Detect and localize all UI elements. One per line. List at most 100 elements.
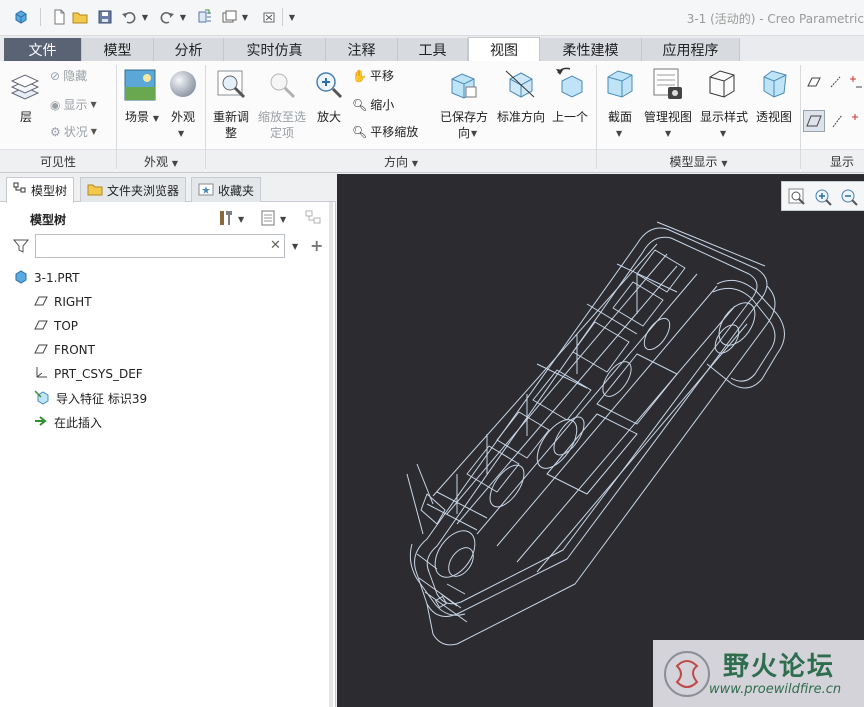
graphics-window[interactable] (337, 174, 864, 707)
tree-columns-button[interactable]: ▼ (260, 209, 286, 230)
part-icon (14, 269, 28, 287)
saved-orientations-button[interactable]: 已保存方向 (436, 109, 492, 141)
zoom-to-selected-button[interactable]: 缩放至选定项 (256, 109, 308, 141)
tree-item-datum-top[interactable]: TOP (34, 316, 78, 336)
tab-model[interactable]: 模型 (82, 38, 154, 61)
redo-icon[interactable] (158, 8, 176, 26)
clear-filter-icon[interactable]: ✕ (270, 238, 281, 253)
tab-view[interactable]: 视图 (468, 37, 540, 61)
zoom-out-button[interactable]: 🔍︎ 缩小 (352, 96, 394, 113)
tree-item-csys[interactable]: PRT_CSYS_DEF (34, 364, 143, 384)
section-dropdown-icon[interactable]: ▼ (616, 129, 622, 138)
standard-orientation-button[interactable]: 标准方向 (494, 109, 548, 125)
axis-display-icon[interactable] (828, 75, 844, 92)
previous-orientation-button[interactable]: 上一个 (550, 109, 590, 125)
manage-views-button[interactable]: 管理视图 (642, 109, 694, 125)
tab-folder-browser[interactable]: 文件夹浏览器 (80, 177, 187, 202)
customize-icon[interactable]: ▼ (286, 8, 298, 26)
pan-zoom-button[interactable]: 🔍︎ 平移缩放 (352, 123, 418, 140)
perspective-icon[interactable] (758, 67, 790, 104)
pan-hand-icon: ✋ (352, 68, 367, 83)
new-file-icon[interactable] (50, 8, 68, 26)
filter-funnel-icon[interactable] (12, 238, 30, 257)
forum-watermark: 野火论坛 www.proewildfire.cn (653, 640, 864, 707)
redo-dropdown-icon[interactable]: ▼ (178, 8, 188, 26)
section-icon[interactable] (604, 67, 636, 104)
close-window-icon[interactable] (260, 8, 278, 26)
tab-favorites[interactable]: 收藏夹 (191, 177, 262, 202)
layers-icon[interactable] (10, 73, 40, 106)
tree-item-part[interactable]: 3-1.PRT (14, 268, 79, 288)
appearance-sphere-icon[interactable] (168, 69, 198, 102)
tree-item-import-feature[interactable]: 导入特征 标识39 (34, 388, 147, 408)
navigator-panel: 模型树 文件夹浏览器 收藏夹 模型树 ▼ ▼ ✕ ▼ + 3-1.PRT RIG… (0, 174, 336, 707)
refit-icon[interactable] (216, 69, 248, 104)
pan-button[interactable]: ✋ 平移 (352, 67, 394, 84)
manage-views-dropdown-icon[interactable]: ▼ (665, 129, 671, 138)
csys-icon (34, 366, 48, 383)
filter-dropdown-icon[interactable]: ▼ (292, 242, 298, 251)
regenerate-icon[interactable] (196, 8, 214, 26)
show-eye-icon: ◉ (50, 97, 61, 112)
navigator-tabs: 模型树 文件夹浏览器 收藏夹 (0, 174, 336, 203)
standard-orientation-icon[interactable] (504, 67, 538, 104)
appearance-dropdown-icon[interactable]: ▼ (178, 129, 184, 138)
point-display-icon[interactable] (848, 75, 864, 92)
favorites-icon (198, 182, 214, 199)
group-label-model-display[interactable]: 模型显示 ▼ (597, 153, 800, 171)
display-style-button[interactable]: 显示样式 (698, 109, 750, 125)
group-label-orientation[interactable]: 方向 ▼ (206, 153, 596, 171)
tab-live-simulation[interactable]: 实时仿真 (224, 38, 326, 61)
undo-dropdown-icon[interactable]: ▼ (140, 8, 150, 26)
zoom-in-icon[interactable] (313, 69, 345, 104)
tab-analysis[interactable]: 分析 (154, 38, 224, 61)
tools-hammer-icon (216, 209, 234, 230)
tab-applications[interactable]: 应用程序 (642, 38, 740, 61)
add-filter-icon[interactable]: + (310, 236, 323, 255)
previous-orientation-icon[interactable] (554, 67, 586, 102)
layer-button[interactable]: 层 (12, 109, 40, 125)
window-title: 3-1 (活动的) - Creo Parametric (686, 12, 864, 26)
model-tree-filter-input[interactable] (35, 234, 285, 258)
wireframe-model[interactable] (337, 174, 864, 707)
hide-button[interactable]: ⊘ 隐藏 (50, 67, 87, 84)
manage-views-icon[interactable] (652, 67, 684, 104)
group-label-appearance[interactable]: 外观 ▼ (117, 153, 205, 171)
tab-file[interactable]: 文件 (4, 38, 82, 61)
point-tag-display-icon[interactable] (850, 113, 864, 132)
tree-item-datum-right[interactable]: RIGHT (34, 292, 92, 312)
status-button[interactable]: ⚙ 状况 ▼ (50, 123, 97, 140)
show-button[interactable]: ◉ 显示 ▼ (50, 96, 97, 113)
tree-item-insert-here[interactable]: 在此插入 (34, 412, 102, 432)
open-folder-icon[interactable] (72, 8, 90, 26)
tree-item-datum-front[interactable]: FRONT (34, 340, 95, 360)
tree-expand-icon[interactable] (304, 209, 324, 230)
tree-settings-button[interactable]: ▼ (216, 209, 244, 230)
scene-icon[interactable] (124, 69, 156, 104)
saved-orientations-dropdown-icon[interactable]: ▼ (471, 129, 477, 138)
watermark-url: www.proewildfire.cn (709, 682, 842, 697)
display-style-dropdown-icon[interactable]: ▼ (720, 129, 726, 138)
plane-tag-display-icon[interactable] (803, 110, 825, 132)
navigator-scrollbar[interactable] (329, 202, 333, 707)
display-style-icon[interactable] (706, 67, 738, 104)
windows-dropdown-icon[interactable]: ▼ (240, 8, 250, 26)
tab-flexible-modeling[interactable]: 柔性建模 (540, 38, 642, 61)
axis-tag-display-icon[interactable] (830, 113, 846, 132)
perspective-button[interactable]: 透视图 (754, 109, 794, 125)
part-cube-icon[interactable] (12, 8, 30, 26)
windows-icon[interactable] (220, 8, 238, 26)
appearance-button[interactable]: 外观 (166, 109, 200, 125)
tab-tools[interactable]: 工具 (398, 38, 468, 61)
zoom-in-button[interactable]: 放大 (312, 109, 346, 125)
scene-button[interactable]: 场景 ▼ (120, 109, 164, 127)
plane-display-icon[interactable] (806, 75, 822, 92)
refit-button[interactable]: 重新调整 (210, 109, 252, 141)
saved-orientations-icon[interactable] (448, 69, 480, 104)
tab-annotate[interactable]: 注释 (326, 38, 398, 61)
undo-icon[interactable] (120, 8, 138, 26)
zoom-to-selected-icon[interactable] (266, 69, 298, 104)
tab-model-tree[interactable]: 模型树 (6, 177, 75, 203)
section-button[interactable]: 截面 (602, 109, 638, 125)
save-icon[interactable] (96, 8, 114, 26)
